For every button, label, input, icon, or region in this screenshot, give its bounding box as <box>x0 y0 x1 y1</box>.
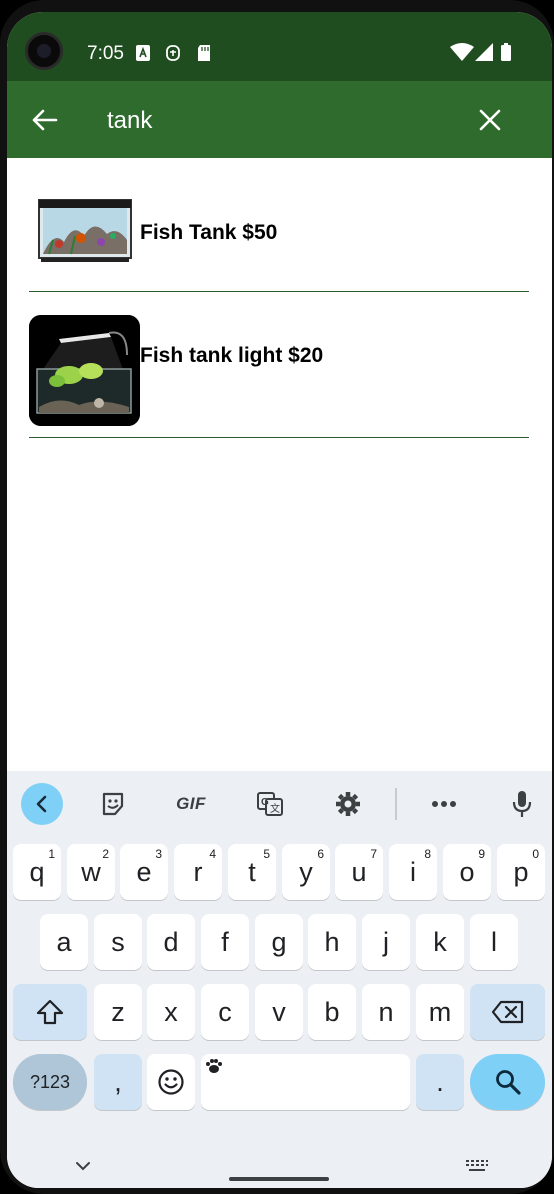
toolbar-collapse-button[interactable] <box>21 783 63 825</box>
settings-button[interactable] <box>327 783 369 825</box>
list-item[interactable]: Fish tank light $20 <box>29 292 529 438</box>
key-m[interactable]: m <box>416 984 464 1040</box>
close-icon[interactable] <box>475 105 505 135</box>
more-options-button[interactable] <box>423 783 465 825</box>
symbols-key[interactable]: ?123 <box>13 1054 87 1110</box>
key-h[interactable]: h <box>308 914 356 970</box>
key-d[interactable]: d <box>147 914 195 970</box>
translate-button[interactable]: G 文 <box>249 783 291 825</box>
more-horizontal-icon <box>432 801 456 807</box>
chevron-down-icon[interactable] <box>75 1161 91 1171</box>
backspace-key[interactable] <box>470 984 545 1040</box>
key-s[interactable]: s <box>94 914 142 970</box>
key-v[interactable]: v <box>255 984 303 1040</box>
svg-text:G: G <box>261 797 269 808</box>
soft-keyboard: GIF G 文 q 1 w 2 e 3 r 4 t 5 y 6 u 7 i 8 … <box>7 771 552 1188</box>
key-i[interactable]: i8 <box>389 844 437 900</box>
key-t[interactable]: t5 <box>228 844 276 900</box>
key-e[interactable]: e3 <box>120 844 168 900</box>
search-results-list: Fish Tank $50 Fish tank light $20 <box>29 158 529 438</box>
home-indicator <box>229 1177 329 1181</box>
gear-icon <box>336 792 360 816</box>
key-j[interactable]: j <box>362 914 410 970</box>
sticker-icon <box>102 792 124 816</box>
translate-icon: G 文 <box>257 792 283 816</box>
comma-key[interactable]: , <box>94 1054 142 1110</box>
key-c[interactable]: c <box>201 984 249 1040</box>
key-b[interactable]: b <box>308 984 356 1040</box>
search-key[interactable] <box>470 1054 545 1110</box>
status-bar: 7:05 <box>7 12 552 81</box>
accessibility-notification-icon <box>166 45 180 61</box>
cellular-signal-icon <box>475 43 493 61</box>
gif-label: GIF <box>176 794 206 813</box>
key-u[interactable]: u7 <box>335 844 383 900</box>
keyboard-toolbar: GIF G 文 <box>7 771 552 837</box>
key-o[interactable]: o9 <box>443 844 491 900</box>
paw-icon <box>206 1059 222 1073</box>
sticker-button[interactable] <box>92 783 134 825</box>
search-app-bar <box>7 81 552 158</box>
battery-icon <box>501 43 511 61</box>
chevron-left-icon <box>36 795 47 813</box>
key-k[interactable]: k <box>416 914 464 970</box>
space-key[interactable] <box>201 1054 410 1110</box>
key-q[interactable]: q1 <box>13 844 61 900</box>
key-p[interactable]: p0 <box>497 844 545 900</box>
gif-button[interactable]: GIF <box>170 783 212 825</box>
microphone-icon <box>512 791 532 817</box>
backspace-icon <box>491 1000 523 1024</box>
fish-tank-image <box>29 170 140 281</box>
shift-icon <box>36 999 64 1025</box>
key-g[interactable]: g <box>255 914 303 970</box>
phone-frame: 7:05 tank Fish Tank $50 Fish tank light … <box>0 0 554 1194</box>
key-a[interactable]: a <box>40 914 88 970</box>
key-r[interactable]: r4 <box>174 844 222 900</box>
list-item[interactable]: Fish Tank $50 <box>29 158 529 292</box>
key-f[interactable]: f <box>201 914 249 970</box>
item-label: Fish Tank $50 <box>140 221 278 244</box>
period-key[interactable]: . <box>416 1054 464 1110</box>
search-input[interactable] <box>107 105 437 137</box>
toolbar-divider <box>395 788 397 820</box>
sd-card-icon <box>198 45 210 61</box>
key-l[interactable]: l <box>470 914 518 970</box>
voice-input-button[interactable] <box>501 783 543 825</box>
status-time: 7:05 <box>87 43 124 64</box>
text-notification-icon <box>136 45 150 61</box>
key-x[interactable]: x <box>147 984 195 1040</box>
keyboard-switch-icon[interactable] <box>465 1159 489 1173</box>
svg-text:文: 文 <box>270 802 280 815</box>
key-z[interactable]: z <box>94 984 142 1040</box>
key-n[interactable]: n <box>362 984 410 1040</box>
screen: 7:05 tank Fish Tank $50 Fish tank light … <box>7 12 552 1188</box>
key-w[interactable]: w2 <box>67 844 115 900</box>
item-label: Fish tank light $20 <box>140 344 324 367</box>
wifi-icon <box>450 43 474 61</box>
emoji-icon <box>158 1069 184 1095</box>
fish-tank-light-image <box>29 315 140 426</box>
shift-key[interactable] <box>13 984 87 1040</box>
arrow-left-icon[interactable] <box>29 105 59 135</box>
front-camera <box>25 32 63 70</box>
key-y[interactable]: y6 <box>282 844 330 900</box>
emoji-key[interactable] <box>147 1054 195 1110</box>
search-icon <box>495 1070 521 1095</box>
